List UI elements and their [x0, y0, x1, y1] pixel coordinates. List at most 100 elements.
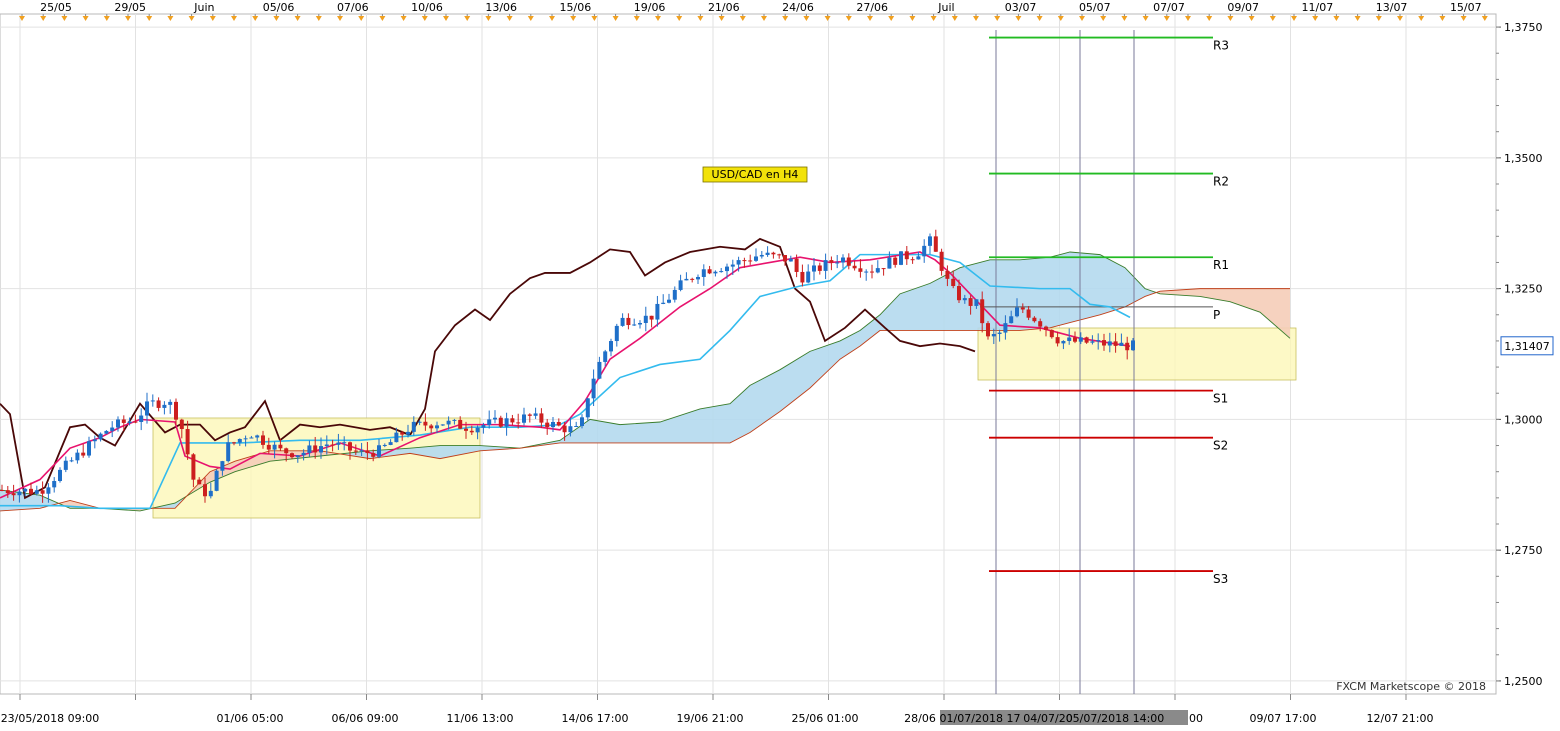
kumo-segment [774, 371, 777, 416]
candle-bull [220, 461, 225, 471]
candle-bull [69, 460, 74, 462]
candle-bear [794, 258, 799, 272]
candle-bear [0, 490, 4, 491]
candle-bear [556, 421, 561, 426]
kumo-segment [1266, 288, 1269, 320]
candle-bear [904, 251, 909, 260]
candle-bull [922, 245, 927, 257]
candle-bull [307, 445, 312, 453]
kumo-segment [906, 290, 909, 331]
candle-bear [284, 448, 289, 454]
candle-bear [469, 430, 474, 433]
kumo-segment [861, 327, 864, 346]
kumo-segment [1014, 259, 1017, 331]
kumo-segment [1038, 258, 1041, 329]
candle-bear [516, 422, 521, 424]
kumo-segment [621, 424, 624, 443]
kumo-segment [630, 423, 633, 443]
kumo-segment [897, 293, 900, 331]
candle-bull [1015, 307, 1019, 317]
candle-bull [568, 426, 573, 433]
candle-bull [116, 419, 120, 428]
kumo-segment [738, 393, 741, 439]
candle-bull [597, 361, 602, 379]
kumo-segment [636, 423, 639, 443]
candle-bull [208, 490, 213, 497]
kumo-segment [891, 300, 894, 331]
bottom-time-label: 06/06 09:00 [332, 712, 399, 725]
candle-bull [295, 455, 300, 458]
kumo-segment [672, 417, 675, 443]
kumo-segment [606, 422, 609, 443]
kumo-segment [1020, 259, 1023, 331]
candle-bear [261, 435, 265, 445]
kumo-segment [432, 445, 435, 458]
pivot-label-s3: S3 [1213, 572, 1228, 586]
candle-bear [330, 444, 335, 446]
kumo-segment [633, 423, 636, 443]
candle-bear [290, 453, 294, 458]
top-date-label: 19/06 [634, 1, 666, 14]
kumo-segment [243, 457, 246, 470]
candle-bear [539, 413, 544, 423]
candle-bear [371, 453, 376, 457]
kumo-segment [591, 419, 594, 443]
price-tick-label: 1,3000 [1504, 413, 1543, 426]
candle-bull [661, 302, 666, 304]
kumo-segment [1287, 288, 1290, 339]
kumo-segment [0, 490, 3, 511]
candle-bull [1096, 340, 1101, 342]
kumo-segment [855, 331, 858, 350]
kumo-segment [240, 458, 243, 471]
kumo-segment [1206, 288, 1209, 299]
kumo-segment [609, 422, 612, 443]
candle-bear [278, 444, 283, 449]
kumo-segment [3, 490, 6, 511]
kumo-segment [915, 287, 918, 331]
kumo-segment [933, 280, 936, 331]
candle-bull [638, 322, 642, 325]
kumo-segment [780, 367, 783, 412]
kumo-segment [936, 278, 939, 331]
candle-bear [771, 252, 776, 255]
candle-bull [63, 460, 68, 470]
kumo-segment [822, 346, 825, 377]
kumo-segment [651, 422, 654, 443]
kumo-segment [642, 422, 645, 443]
candle-bear [951, 278, 956, 287]
kumo-segment [1212, 288, 1215, 300]
kumo-segment [225, 464, 228, 476]
candle-bull [887, 257, 892, 269]
top-date-label: 27/06 [856, 1, 888, 14]
kumo-segment [837, 340, 840, 363]
kumo-segment [753, 382, 756, 431]
candle-bull [411, 421, 416, 432]
kumo-segment [600, 421, 603, 443]
kumo-segment [1215, 288, 1218, 300]
kumo-segment [1044, 257, 1047, 329]
kumo-segment [888, 303, 891, 331]
kumo-segment [423, 446, 426, 457]
kumo-segment [1230, 288, 1233, 303]
kumo-segment [1218, 288, 1221, 301]
candle-bear [458, 419, 463, 429]
top-date-label: Juil [937, 1, 954, 14]
candle-bull [1090, 341, 1095, 343]
candle-bull [899, 251, 903, 265]
kumo-segment [1245, 288, 1248, 308]
kumo-segment [1278, 288, 1281, 331]
kumo-segment [21, 492, 24, 510]
candle-bear [881, 268, 886, 270]
candle-bull [1107, 341, 1112, 346]
candle-bear [742, 260, 747, 262]
candle-bear [266, 444, 271, 450]
kumo-segment [276, 450, 279, 461]
candle-bear [348, 442, 352, 451]
kumo-segment [1281, 288, 1284, 334]
candle-bull [754, 256, 758, 261]
kumo-segment [1197, 288, 1200, 297]
candle-bear [1044, 326, 1048, 330]
candle-bull [812, 265, 816, 272]
candle-bull [406, 431, 410, 435]
kumo-segment [408, 448, 411, 454]
